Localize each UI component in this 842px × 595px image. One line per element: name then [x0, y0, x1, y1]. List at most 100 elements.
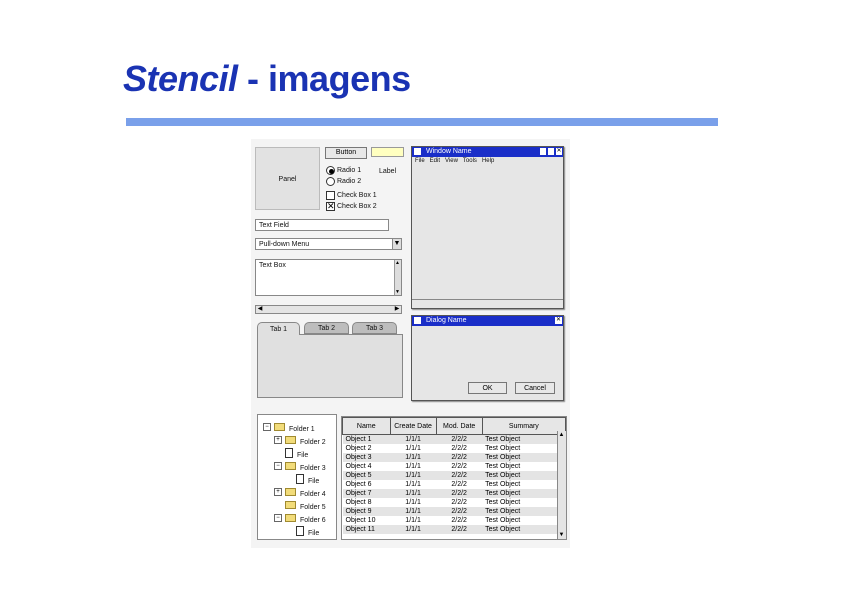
menu-view[interactable]: View	[445, 158, 458, 164]
cancel-button[interactable]: Cancel	[515, 382, 555, 394]
table-cell: 1/1/1	[405, 508, 421, 515]
table-row[interactable]: Object 6 1/1/1 2/2/2 Test Object	[342, 480, 566, 489]
dialog-titlebar[interactable]: Dialog Name	[412, 316, 563, 326]
table-scroll-down-icon[interactable]: ▼	[557, 531, 566, 539]
checkbox-2[interactable]: ✕	[326, 202, 335, 211]
tree-folder-item[interactable]: Folder 5	[274, 496, 326, 511]
pulldown-arrow-icon[interactable]: ▼	[392, 239, 401, 249]
scroll-down-icon[interactable]: ▼	[394, 289, 401, 295]
table-row[interactable]: Object 5 1/1/1 2/2/2 Test Object	[342, 471, 566, 480]
sample-button[interactable]: Button	[325, 147, 367, 159]
tree-folder-item[interactable]: − Folder 3	[274, 457, 326, 472]
col-mod-date[interactable]: Mod. Date	[435, 417, 483, 435]
table-cell: Test Object	[485, 454, 521, 461]
folder-icon	[274, 422, 285, 431]
window-status-bar	[412, 299, 563, 308]
tree-items: − Folder 1 + Folder 2 File − Folder 3 File + Fold…	[257, 414, 337, 540]
data-table: Name Create Date Mod. Date Summary Objec…	[341, 416, 567, 540]
table-cell: Object 4	[345, 463, 372, 470]
table-cell: 2/2/2	[451, 454, 467, 461]
col-name[interactable]: Name	[342, 417, 391, 435]
table-cell: Test Object	[485, 517, 521, 524]
tab-panel	[257, 334, 403, 398]
tree-file-item[interactable]: File	[285, 522, 319, 537]
table-scrollbar[interactable]	[557, 431, 566, 539]
text-field[interactable]: Text Field	[255, 219, 389, 231]
tree-folder-item[interactable]: − Folder 1	[263, 418, 315, 433]
table-row[interactable]: Object 11 1/1/1 2/2/2 Test Object	[342, 525, 566, 534]
pulldown-menu[interactable]: Pull-down Menu	[255, 238, 402, 250]
table-cell: Object 11	[345, 526, 375, 533]
radio-1-label: Radio 1	[337, 167, 362, 174]
radio-1[interactable]	[326, 166, 335, 175]
table-cell: 1/1/1	[405, 463, 421, 470]
menu-file[interactable]: File	[415, 158, 425, 164]
window	[411, 146, 564, 309]
table-row[interactable]: Object 10 1/1/1 2/2/2 Test Object	[342, 516, 566, 525]
expand-icon[interactable]: +	[274, 487, 282, 496]
table-row[interactable]: Object 2 1/1/1 2/2/2 Test Object	[342, 444, 566, 453]
label-sample: Label	[379, 168, 397, 175]
table-row[interactable]: Object 8 1/1/1 2/2/2 Test Object	[342, 498, 566, 507]
ok-button[interactable]: OK	[468, 382, 507, 394]
minimize-icon[interactable]	[540, 148, 546, 155]
table-cell: Object 8	[345, 499, 372, 506]
folder-icon	[285, 435, 296, 444]
tree-folder-item[interactable]: + Folder 4	[274, 483, 326, 498]
menu-help[interactable]: Help	[482, 158, 494, 164]
folder-icon	[285, 513, 296, 522]
menu-tools[interactable]: Tools	[463, 158, 477, 164]
tree-folder-item[interactable]: − Folder 6	[274, 509, 326, 524]
text-box[interactable]: Text Box	[255, 259, 402, 296]
table-row[interactable]: Object 1 1/1/1 2/2/2 Test Object	[342, 434, 566, 444]
panel: Panel	[255, 147, 320, 210]
scroll-right-icon[interactable]: ▶	[393, 306, 401, 313]
collapse-icon[interactable]: −	[274, 513, 282, 522]
maximize-icon[interactable]	[548, 148, 554, 155]
table-cell: Object 10	[345, 517, 376, 524]
col-summary[interactable]: Summary	[481, 417, 566, 435]
table-cell: 2/2/2	[451, 472, 467, 479]
checkbox-2-label: Check Box 2	[337, 203, 377, 210]
table-scroll-up-icon[interactable]: ▲	[557, 431, 566, 439]
tab-1[interactable]: Tab 1	[257, 322, 300, 335]
table-cell: 2/2/2	[451, 481, 467, 488]
table-cell: 1/1/1	[405, 454, 421, 461]
tree-file-item[interactable]: File	[285, 470, 319, 485]
table-cell: Test Object	[485, 508, 521, 515]
table-cell: Object 2	[345, 445, 372, 452]
collapse-icon[interactable]: −	[274, 461, 282, 470]
dialog-menu-icon[interactable]	[414, 317, 421, 324]
scroll-left-icon[interactable]: ◀	[256, 306, 264, 313]
table-cell: 2/2/2	[451, 499, 467, 506]
table-row[interactable]: Object 4 1/1/1 2/2/2 Test Object	[342, 462, 566, 471]
menu-edit[interactable]: Edit	[430, 158, 440, 164]
tab-3[interactable]: Tab 3	[352, 322, 397, 334]
window-menu-icon[interactable]	[414, 148, 421, 155]
table-cell: 1/1/1	[405, 481, 421, 488]
table-cell: 1/1/1	[405, 490, 421, 497]
checkbox-1[interactable]	[326, 191, 335, 200]
tab-2[interactable]: Tab 2	[304, 322, 349, 334]
table-cell: Test Object	[485, 481, 521, 488]
tree-folder-item[interactable]: + Folder 2	[274, 431, 326, 446]
collapse-icon[interactable]: −	[263, 422, 271, 431]
tree-file-item[interactable]: File	[274, 444, 308, 459]
radio-2[interactable]	[326, 177, 335, 186]
table-row[interactable]: Object 3 1/1/1 2/2/2 Test Object	[342, 453, 566, 462]
scroll-up-icon[interactable]: ▲	[394, 260, 401, 266]
col-create-date[interactable]: Create Date	[389, 417, 437, 435]
table-cell: 2/2/2	[451, 526, 467, 533]
horizontal-scrollbar[interactable]	[255, 305, 402, 314]
table-row[interactable]: Object 9 1/1/1 2/2/2 Test Object	[342, 507, 566, 516]
folder-icon	[285, 461, 296, 470]
table-cell: Test Object	[485, 490, 521, 497]
table-cell: Object 1	[345, 436, 372, 443]
table-cell: Test Object	[485, 463, 521, 470]
expand-icon[interactable]: +	[274, 435, 282, 444]
dialog-close-icon[interactable]: ✕	[555, 317, 562, 324]
table-cell: Object 6	[345, 481, 372, 488]
table-cell: Test Object	[485, 499, 521, 506]
close-icon[interactable]: ✕	[556, 148, 562, 155]
table-row[interactable]: Object 7 1/1/1 2/2/2 Test Object	[342, 489, 566, 498]
